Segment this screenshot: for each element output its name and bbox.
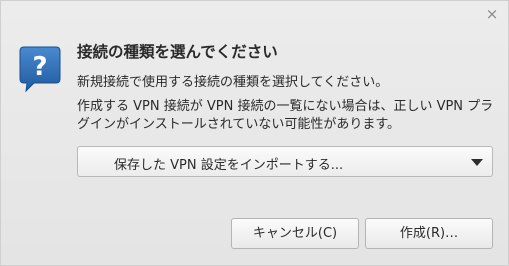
info-line: 作成する VPN 接続が VPN 接続の一覧にない場合は、正しい VPN プラ [77, 99, 494, 114]
chevron-down-icon [471, 159, 483, 166]
info-line: グインがインストールされていない可能性があります。 [77, 117, 401, 132]
connection-type-dropdown[interactable]: 保存した VPN 設定をインポートする... [77, 146, 493, 177]
dialog-title: 接続の種類を選んでください [77, 43, 278, 61]
close-icon[interactable]: × [484, 6, 500, 22]
svg-text:?: ? [32, 52, 47, 82]
question-icon: ? [19, 46, 61, 93]
connection-type-dialog: × ? 接続の種類を選んでください 新規接続で使用する接続の種類を選択してくださ… [0, 0, 509, 266]
create-button[interactable]: 作成(R)… [365, 218, 493, 249]
cancel-button[interactable]: キャンセル(C) [231, 218, 359, 249]
connection-type-selected: 保存した VPN 設定をインポートする... [114, 158, 344, 173]
dialog-subtitle: 新規接続で使用する接続の種類を選択してください。 [77, 75, 389, 90]
info-text: 作成する VPN 接続が VPN 接続の一覧にない場合は、正しい VPN プラ … [77, 98, 502, 134]
